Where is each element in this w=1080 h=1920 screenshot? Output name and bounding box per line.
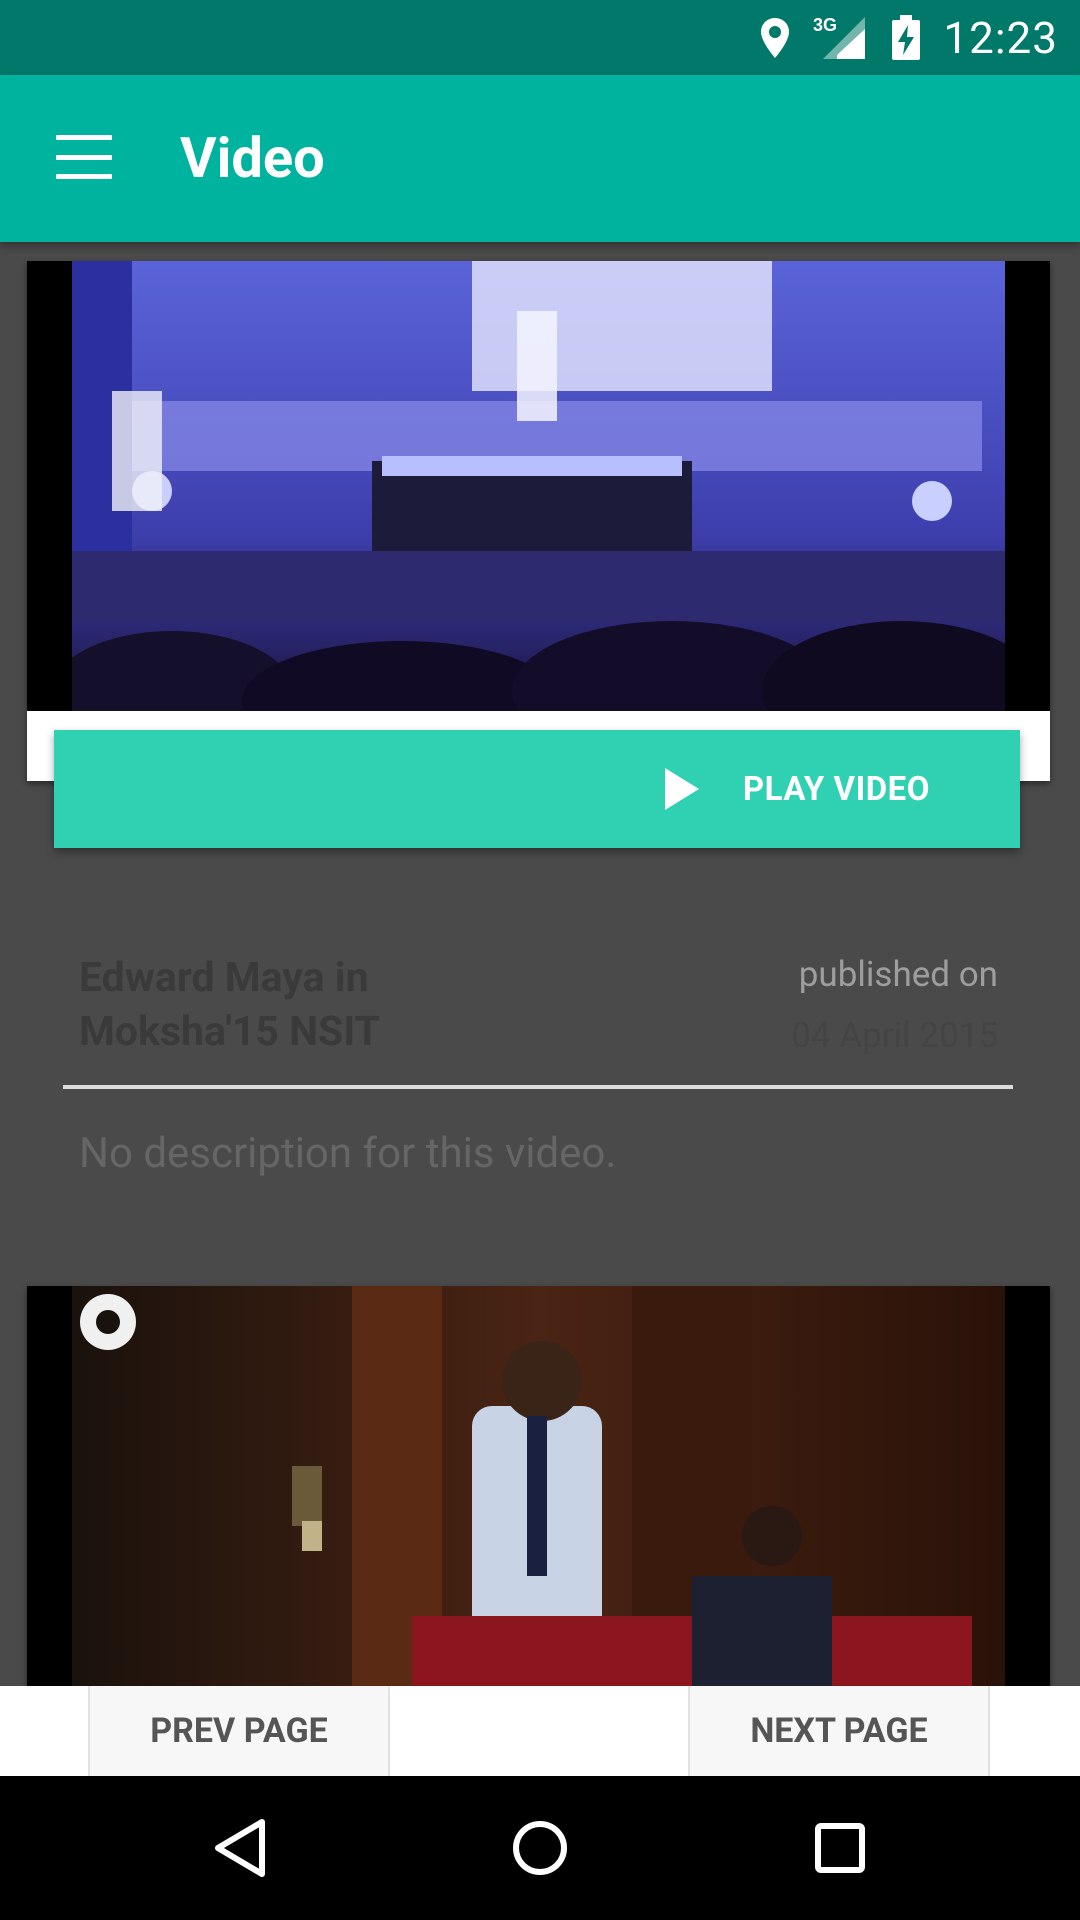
status-bar: 3G 12:23 [0,0,1080,75]
signal-3g-icon: 3G [813,15,869,61]
app-bar: Video [0,75,1080,242]
svg-text:3G: 3G [813,15,837,35]
hamburger-menu-icon[interactable] [56,135,112,179]
recent-apps-icon[interactable] [760,1776,920,1920]
back-icon[interactable] [160,1776,320,1920]
prev-page-button[interactable]: PREV PAGE [88,1686,390,1776]
page-title: Video [180,125,325,191]
video-list[interactable]: PLAY VIDEO Edward Maya in Moksha'15 NSIT… [0,242,1080,1686]
video-thumbnail[interactable] [27,1286,1050,1686]
video-title: Edward Maya in Moksha'15 NSIT [79,954,381,1056]
system-nav-bar [0,1776,1080,1920]
play-video-button[interactable]: PLAY VIDEO [54,730,1020,848]
battery-charging-icon [891,14,921,61]
play-video-label: PLAY VIDEO [742,769,930,809]
published-date: 04 April 2015 [791,1015,998,1056]
status-icons: 3G 12:23 [759,0,1058,75]
published-label: published on [798,954,998,995]
video-card: PLAY VIDEO Edward Maya in Moksha'15 NSIT… [27,261,1050,1178]
video-thumbnail[interactable] [27,261,1050,711]
concert-stage-image [72,261,1005,711]
video-description: No description for this video. [79,1129,617,1178]
video-card [27,1286,1050,1686]
location-icon [759,16,791,60]
play-icon [664,768,699,810]
home-icon[interactable] [460,1776,620,1920]
paging-bar: PREV PAGE NEXT PAGE [0,1686,1080,1776]
status-time: 12:23 [943,11,1058,64]
speaker-image [72,1286,1005,1686]
next-page-button[interactable]: NEXT PAGE [688,1686,990,1776]
divider [63,1085,1013,1089]
